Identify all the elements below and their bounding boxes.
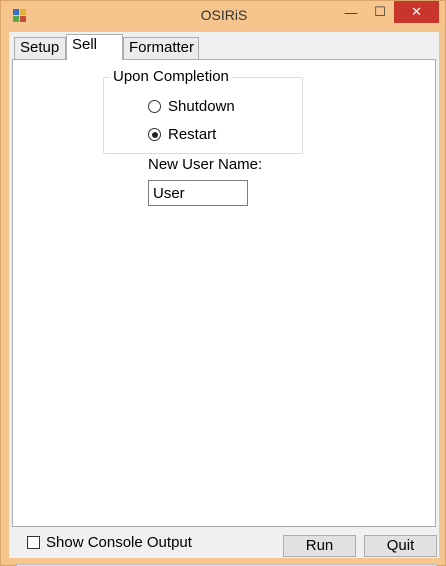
show-console-output-checkbox[interactable]: Show Console Output (27, 534, 192, 551)
checkbox-icon[interactable] (27, 536, 40, 549)
run-button[interactable]: Run (283, 535, 356, 557)
shutdown-label: Shutdown (168, 98, 235, 115)
client-area: Setup Sell Formatter Upon Completion Shu… (9, 32, 439, 566)
app-window: OSIRiS — ☐ ✕ Setup Sell Formatter Upon C… (0, 0, 446, 566)
quit-button[interactable]: Quit (364, 535, 437, 557)
maximize-button[interactable]: ☐ (366, 1, 394, 23)
upon-completion-group: Upon Completion Shutdown Restart (103, 68, 303, 154)
minimize-button[interactable]: — (336, 1, 366, 23)
close-button[interactable]: ✕ (394, 1, 439, 23)
restart-radio[interactable]: Restart (148, 126, 216, 143)
new-user-name-input[interactable] (148, 180, 248, 206)
radio-checked-icon[interactable] (148, 128, 161, 141)
tab-sell[interactable]: Sell (66, 34, 123, 60)
radio-circle-icon[interactable] (148, 100, 161, 113)
tab-setup[interactable]: Setup (14, 37, 66, 59)
show-console-output-label: Show Console Output (46, 534, 192, 551)
shutdown-radio[interactable]: Shutdown (148, 98, 235, 115)
group-legend: Upon Completion (110, 68, 232, 85)
new-user-name-label: New User Name: (148, 156, 263, 173)
title-bar[interactable]: OSIRiS — ☐ ✕ (1, 1, 446, 31)
sell-tab-panel: Upon Completion Shutdown Restart New Use… (12, 59, 437, 566)
tab-formatter[interactable]: Formatter (123, 37, 199, 59)
restart-label: Restart (168, 126, 217, 143)
